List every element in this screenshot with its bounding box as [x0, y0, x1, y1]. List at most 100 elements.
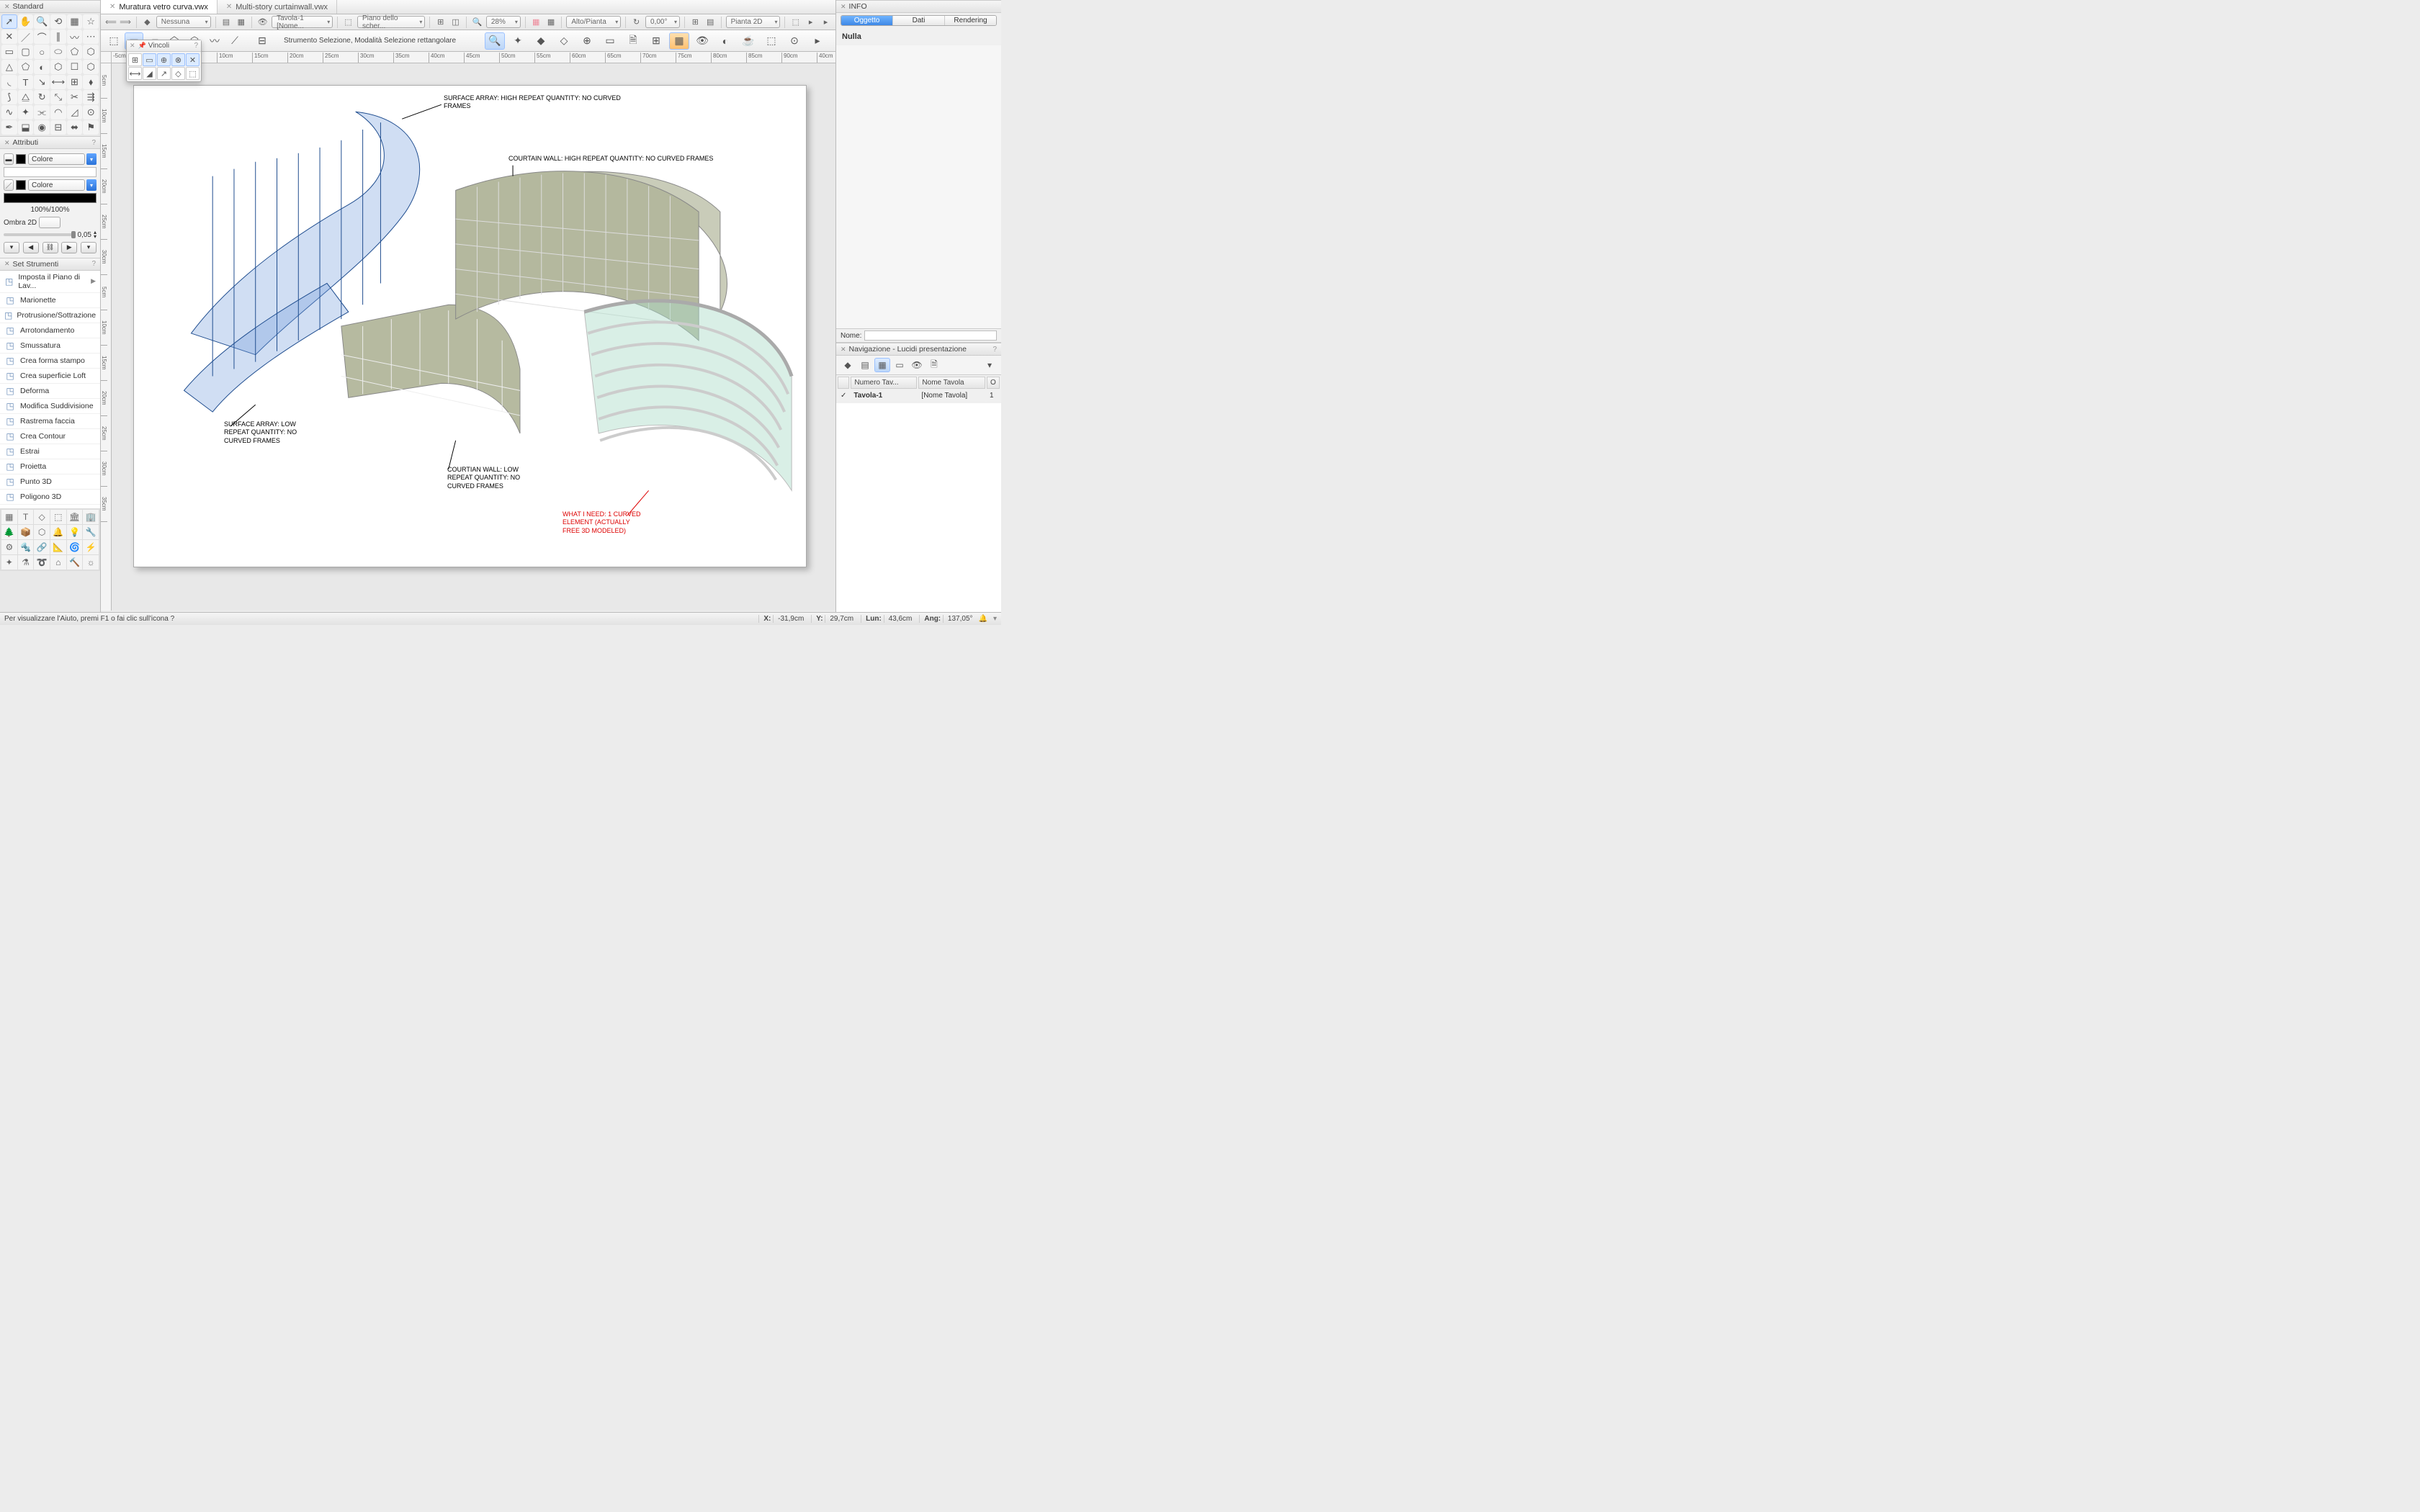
snap-3d-button[interactable]: ⬚ [186, 67, 200, 80]
fill-preview[interactable] [4, 167, 97, 177]
info-header[interactable]: ✕ INFO [836, 0, 1001, 13]
nome-input[interactable] [864, 330, 997, 341]
nav-next-button[interactable]: ▶ [61, 242, 77, 253]
setstr-item[interactable]: ◳Poligono 3D [0, 490, 100, 505]
attr-tool[interactable]: ⬓ [18, 120, 34, 135]
snap-grid-button[interactable]: ⊞ [128, 53, 142, 66]
mode-7[interactable]: ⟋ [225, 32, 244, 50]
text-format-tool[interactable]: ☆ [83, 14, 99, 29]
nav-prev-button[interactable]: ◀ [23, 242, 39, 253]
symbol-tool[interactable]: ⬧ [83, 75, 99, 89]
snap-9[interactable]: 👁 [692, 32, 712, 50]
marker-start-button[interactable]: ▾ [4, 242, 19, 253]
snap-5[interactable]: ▭ [600, 32, 620, 50]
x-tool[interactable]: ✕ [1, 30, 17, 44]
fill-color-dropdown[interactable]: Colore [28, 153, 85, 165]
toolset-btn[interactable]: ◇ [34, 510, 50, 524]
toolset-btn[interactable]: ⚙ [1, 540, 17, 554]
setstr-item[interactable]: ◳Arrotondamento [0, 323, 100, 338]
arc2-tool[interactable]: ⟆ [1, 90, 17, 104]
attributi-header[interactable]: ✕ Attributi ? [0, 136, 100, 149]
double-line-tool[interactable]: ∥ [50, 30, 66, 44]
sheet-icon[interactable]: ▦ [235, 16, 247, 28]
snap-10[interactable]: ◐ [715, 32, 735, 50]
fillet-tool[interactable]: ◠ [50, 105, 66, 120]
snap-3[interactable]: ◇ [554, 32, 574, 50]
nav-design-layers-button[interactable]: ▤ [857, 358, 873, 372]
help-icon[interactable]: ? [194, 42, 198, 50]
toolset-btn[interactable]: ⌂ [50, 555, 66, 570]
align-icon[interactable]: ⊞ [689, 16, 702, 28]
mystery-tool-1[interactable]: ⋯ [83, 30, 99, 44]
nav-saved-views-button[interactable]: 👁 [909, 358, 925, 372]
stake-tool[interactable]: ⚑ [83, 120, 99, 135]
close-icon[interactable]: ✕ [4, 139, 10, 147]
nav-sheet-layers-button[interactable]: ▦ [874, 358, 890, 372]
zoom-out-button[interactable]: 🔍 [471, 16, 483, 28]
rotate-tool[interactable]: ↻ [34, 90, 50, 104]
snap-tangent-button[interactable]: ↗ [157, 67, 171, 80]
sheet-select[interactable]: Tavola-1 [Nome... [272, 16, 333, 28]
unified-view-button[interactable]: ▦ [530, 16, 542, 28]
close-icon[interactable]: ✕ [4, 260, 10, 268]
snap-intersect-button[interactable]: ⊗ [171, 53, 185, 66]
marker-end-button[interactable]: ▾ [81, 242, 97, 253]
mode-6[interactable]: 〰 [205, 32, 224, 50]
visibility-tool[interactable]: ◉ [34, 120, 50, 135]
menu-icon[interactable]: ▾ [993, 615, 997, 623]
dropdown-arrow-icon[interactable]: ▾ [86, 179, 97, 191]
view-select[interactable]: Alto/Pianta [566, 16, 621, 28]
help-icon[interactable]: ? [91, 260, 96, 268]
toolset-btn[interactable]: 🌀 [67, 540, 83, 554]
hex-tool[interactable]: ⬡ [83, 60, 99, 74]
setstr-item[interactable]: ◳Marionette [0, 293, 100, 308]
toolset-btn[interactable]: ⬚ [50, 510, 66, 524]
zoom-select[interactable]: 28% [486, 16, 521, 28]
nav-viewports-button[interactable]: ▭ [892, 358, 908, 372]
nav-fwd-button[interactable]: ⟹ [119, 16, 132, 28]
quarter-arc-tool[interactable]: ◟ [1, 75, 17, 89]
toolset-btn[interactable]: ⚗ [18, 555, 34, 570]
info-tab-dati[interactable]: Dati [893, 16, 945, 25]
snap-14[interactable]: ▸ [807, 32, 828, 50]
nav-back-button[interactable]: ⟸ [104, 16, 117, 28]
spiral-tool[interactable]: ◐ [34, 60, 50, 74]
rectangle-tool[interactable]: ▭ [1, 45, 17, 59]
navigation-row[interactable]: ✓ Tavola-1 [Nome Tavola] 1 [838, 390, 1000, 402]
snap-8[interactable]: ▦ [669, 32, 689, 50]
setstr-item[interactable]: ◳Crea forma stampo [0, 354, 100, 369]
layer-icon[interactable]: ▤ [220, 16, 233, 28]
pref-button[interactable]: ⊟ [253, 32, 272, 50]
mirror-tool[interactable]: ⧋ [18, 90, 34, 104]
snap-smart-button[interactable]: ✕ [186, 53, 200, 66]
line-tool[interactable]: ／ [18, 30, 34, 44]
setstr-item[interactable]: ◳Crea superficie Loft [0, 369, 100, 384]
setstr-item[interactable]: ◳Smussatura [0, 338, 100, 354]
polyline-tool[interactable]: ⬡ [83, 45, 99, 59]
snap-4[interactable]: ⊕ [577, 32, 597, 50]
setstrumenti-header[interactable]: ✕ Set Strumenti ? [0, 258, 100, 271]
ruler-horizontal[interactable]: -5cm05cm10cm15cm20cm25cm30cm35cm40cm45cm… [112, 52, 835, 63]
toolset-btn[interactable]: 🏢 [83, 510, 99, 524]
stack-icon[interactable]: ▤ [704, 16, 717, 28]
oval-tool[interactable]: ⬭ [50, 45, 66, 59]
fit-page-button[interactable]: ⊞ [434, 16, 447, 28]
callout-tool[interactable]: ↘ [34, 75, 50, 89]
stepper-icon[interactable]: ▴▾ [94, 230, 97, 240]
info-tab-oggetto[interactable]: Oggetto [841, 16, 893, 25]
pen-color-swatch[interactable] [16, 180, 26, 190]
help-icon[interactable]: ? [992, 346, 997, 354]
toolset-btn[interactable]: 🔧 [83, 525, 99, 539]
shadow-slider[interactable] [4, 233, 76, 236]
plane-select[interactable]: Piano dello scher... [357, 16, 425, 28]
scissors-tool[interactable]: ✂ [67, 90, 83, 104]
snap-angle-button[interactable]: ⊕ [157, 53, 171, 66]
box-tool[interactable]: ☐ [67, 60, 83, 74]
snap-12[interactable]: ⬚ [761, 32, 781, 50]
chamfer-tool[interactable]: ◿ [67, 105, 83, 120]
pin-icon[interactable]: 📌 [138, 42, 146, 50]
toolset-btn[interactable]: T [18, 510, 34, 524]
tab-document-2[interactable]: ✕ Multi-story curtainwall.vwx [218, 0, 337, 14]
regular-poly-tool[interactable]: ⬠ [18, 60, 34, 74]
snap-object-button[interactable]: ▭ [143, 53, 156, 66]
